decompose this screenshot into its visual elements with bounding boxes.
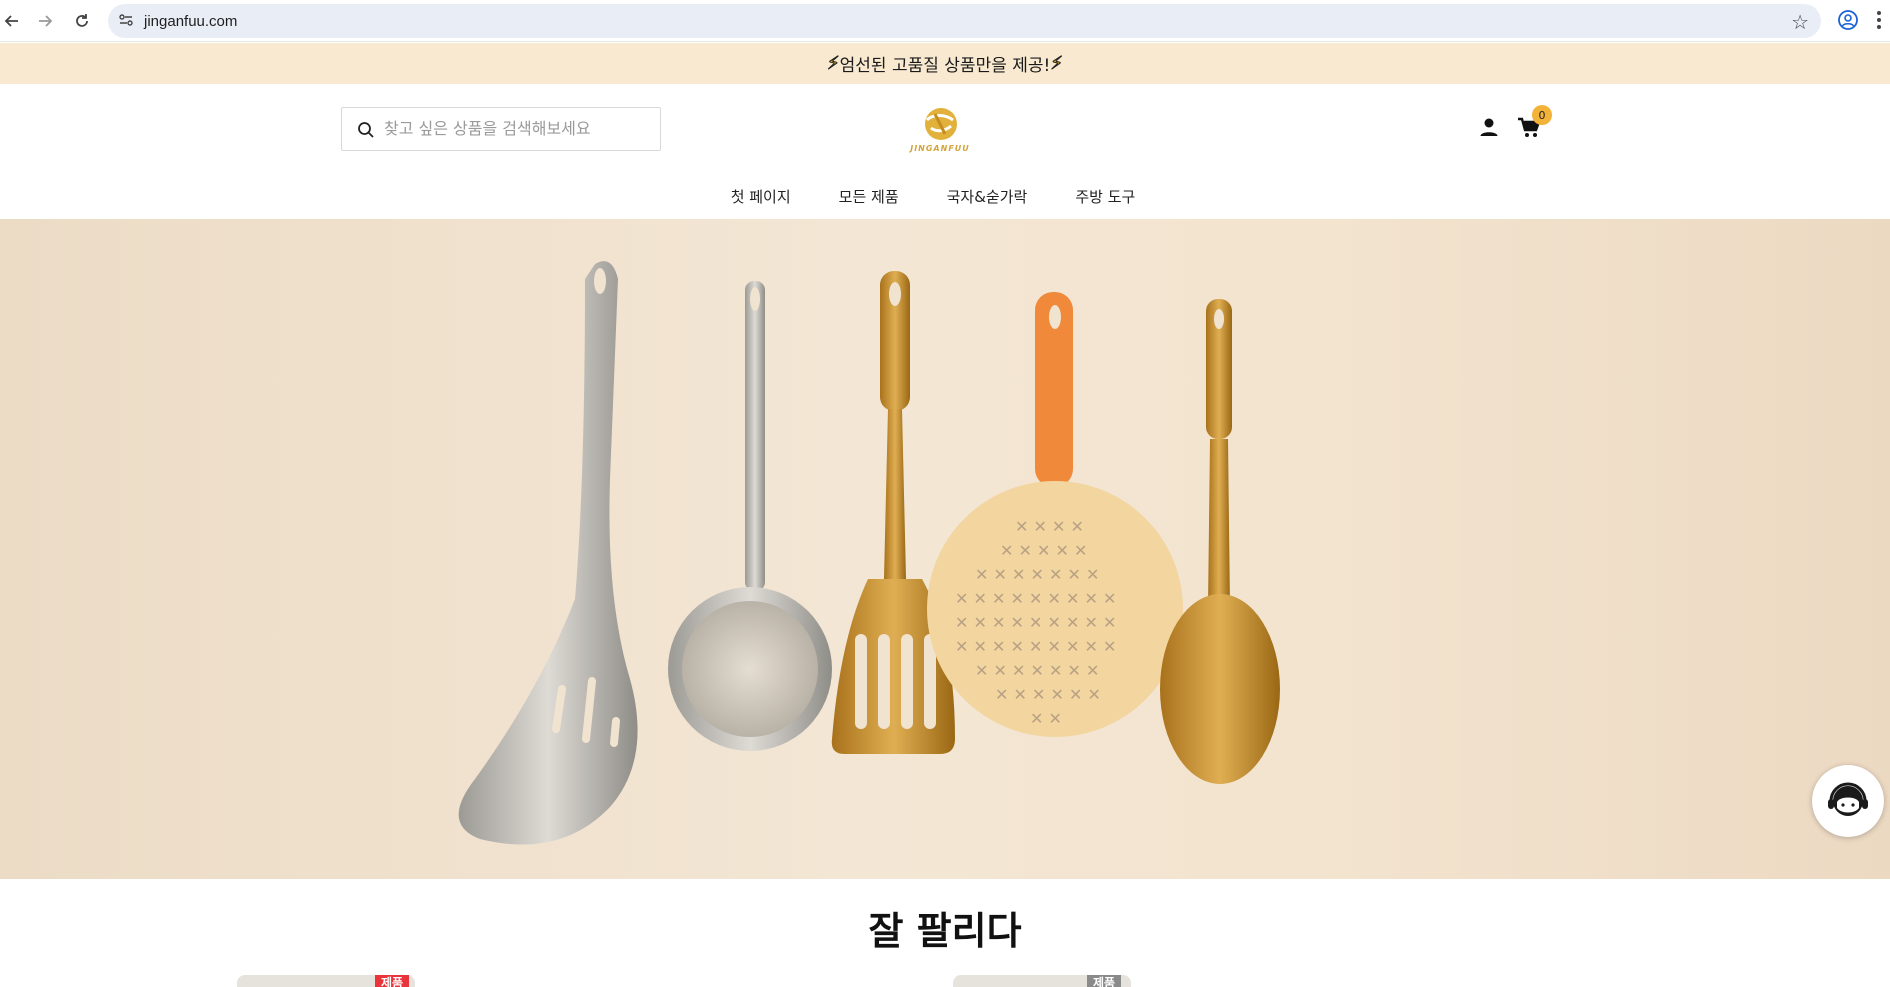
back-icon[interactable]	[0, 9, 24, 33]
nav-item-kitchen-tools[interactable]: 주방 도구	[1075, 182, 1135, 212]
lightning-icon: ⚡	[827, 53, 841, 75]
strainer-spoon: ✕ ✕ ✕ ✕ ✕ ✕ ✕ ✕ ✕ ✕ ✕ ✕ ✕ ✕ ✕ ✕ ✕ ✕ ✕ ✕ …	[927, 292, 1183, 737]
slotted-turner	[831, 271, 955, 754]
bookmark-star-icon[interactable]: ☆	[1791, 10, 1809, 34]
svg-text:✕ ✕ ✕ ✕ ✕ ✕ ✕: ✕ ✕ ✕ ✕ ✕ ✕ ✕	[975, 565, 1099, 584]
nav-item-ladles-spoons[interactable]: 국자&숟가락	[947, 182, 1028, 212]
svg-text:✕ ✕ ✕ ✕ ✕ ✕ ✕ ✕ ✕: ✕ ✕ ✕ ✕ ✕ ✕ ✕ ✕ ✕	[955, 637, 1116, 656]
nav-item-home[interactable]: 첫 페이지	[731, 182, 791, 212]
browser-toolbar: jinganfuu.com ☆	[0, 0, 1890, 42]
svg-text:✕ ✕ ✕ ✕ ✕ ✕ ✕ ✕ ✕: ✕ ✕ ✕ ✕ ✕ ✕ ✕ ✕ ✕	[955, 589, 1116, 608]
nav-item-all-products[interactable]: 모든 제품	[839, 182, 899, 212]
reload-icon[interactable]	[70, 9, 94, 33]
customer-support-button[interactable]	[1812, 765, 1884, 837]
svg-text:✕ ✕ ✕ ✕ ✕ ✕: ✕ ✕ ✕ ✕ ✕ ✕	[995, 685, 1101, 704]
svg-text:✕ ✕ ✕ ✕: ✕ ✕ ✕ ✕	[1015, 517, 1084, 536]
product-tag: 제품	[375, 975, 410, 987]
logo[interactable]: JINGANFUU	[905, 104, 975, 156]
product-tag: 제품	[1087, 975, 1122, 987]
svg-text:✕ ✕ ✕ ✕ ✕ ✕ ✕ ✕ ✕: ✕ ✕ ✕ ✕ ✕ ✕ ✕ ✕ ✕	[955, 613, 1116, 632]
url-text[interactable]: jinganfuu.com	[144, 13, 237, 30]
menu-kebab-icon[interactable]	[1876, 9, 1882, 35]
mesh-skimmer	[668, 281, 832, 751]
forward-icon[interactable]	[33, 9, 57, 33]
account-icon[interactable]	[1479, 117, 1499, 141]
logo-mark-icon	[925, 108, 957, 140]
svg-text:✕ ✕ ✕ ✕ ✕ ✕ ✕: ✕ ✕ ✕ ✕ ✕ ✕ ✕	[975, 661, 1099, 680]
hero-banner[interactable]: ✕ ✕ ✕ ✕ ✕ ✕ ✕ ✕ ✕ ✕ ✕ ✕ ✕ ✕ ✕ ✕ ✕ ✕ ✕ ✕ …	[0, 219, 1890, 879]
slotted-ladle	[458, 261, 638, 845]
gold-spoon	[1160, 299, 1280, 784]
section-title-best-sellers: 잘 팔리다	[868, 909, 1022, 953]
announcement-text: 엄선된 고품질 상품만을 제공!	[839, 56, 1051, 76]
address-bar[interactable]: jinganfuu.com ☆	[108, 4, 1821, 38]
site-info-icon[interactable]	[118, 12, 134, 32]
hero-image: ✕ ✕ ✕ ✕ ✕ ✕ ✕ ✕ ✕ ✕ ✕ ✕ ✕ ✕ ✕ ✕ ✕ ✕ ✕ ✕ …	[458, 261, 1280, 845]
svg-text:✕ ✕: ✕ ✕	[1030, 709, 1062, 728]
logo-text: JINGANFUU	[910, 144, 970, 153]
svg-text:✕ ✕ ✕ ✕ ✕: ✕ ✕ ✕ ✕ ✕	[1000, 541, 1087, 560]
announcement-bar: ⚡ 엄선된 고품질 상품만을 제공! ⚡	[0, 43, 1890, 84]
cart-count-badge: 0	[1532, 105, 1552, 125]
headset-agent-icon	[1828, 782, 1868, 816]
lightning-icon: ⚡	[1050, 53, 1064, 75]
search-icon[interactable]	[357, 121, 375, 143]
profile-icon[interactable]	[1837, 9, 1859, 35]
search-box[interactable]	[341, 107, 661, 151]
main-navigation: 첫 페이지 모든 제품 국자&숟가락 주방 도구	[0, 182, 1890, 212]
search-input[interactable]	[384, 119, 644, 138]
